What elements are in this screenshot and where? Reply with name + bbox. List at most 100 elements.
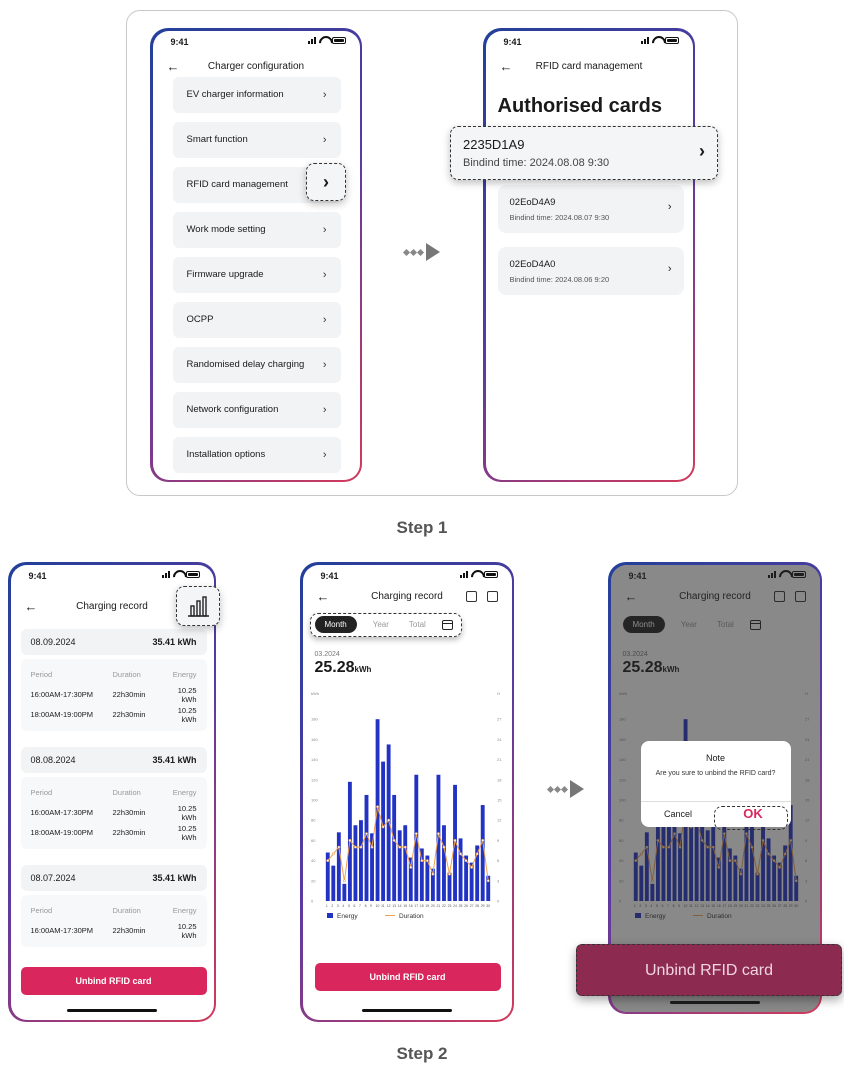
energy-chart: kWhH002034066098012100151201814021160241…	[311, 691, 502, 920]
highlighted-card[interactable]: 2235D1A9 Bindind time: 2024.08.08 9:30 ›	[450, 126, 718, 180]
energy-bar	[441, 824, 446, 901]
status-bar: 9:41	[153, 31, 360, 53]
status-time: 9:41	[320, 570, 339, 581]
rfid-chevron-highlight[interactable]: ›	[306, 163, 346, 201]
cancel-button[interactable]: Cancel	[641, 801, 716, 827]
energy-bar	[380, 761, 385, 901]
energy-bar	[447, 872, 451, 901]
config-item-work-mode[interactable]: Work mode setting ›	[172, 211, 341, 248]
back-arrow-icon[interactable]: ←	[25, 595, 38, 619]
cell-energy: 10.25 kWh	[177, 823, 197, 842]
devices-icon[interactable]	[465, 590, 477, 602]
config-item-label: RFID card management	[186, 178, 288, 190]
card-item[interactable]: 02EoD4A0 Bindind time: 2024.08.06 9:20 ›	[497, 246, 684, 295]
col-energy: Energy	[172, 670, 197, 679]
x-tick-label: 14	[397, 904, 401, 908]
back-arrow-icon[interactable]: ←	[500, 55, 513, 79]
config-item-ocpp[interactable]: OCPP ›	[172, 301, 341, 338]
phone-charging-record-list: 9:41 ← Charging record 08.09.2024 35.41 k…	[8, 562, 216, 1022]
card-item[interactable]: 02EoD4A9 Bindind time: 2024.08.07 9:30 ›	[497, 184, 684, 233]
record-day: 08.09.2024 35.41 kWh Period Duration Energy…	[20, 628, 207, 731]
config-item-label: Work mode setting	[186, 223, 266, 235]
right-tick-label: 24	[497, 736, 502, 741]
back-arrow-icon[interactable]: ←	[167, 55, 180, 79]
legend-energy-swatch	[326, 912, 333, 918]
chevron-right-icon: ›	[322, 223, 327, 236]
duration-point	[359, 845, 362, 849]
card-bind-time: Bindind time: 2024.08.08 9:30	[463, 157, 610, 169]
duration-point	[370, 845, 373, 849]
col-duration: Duration	[112, 906, 141, 915]
chevron-right-icon: ›	[699, 141, 705, 161]
left-tick-label: 80	[311, 817, 316, 822]
tabs-highlight	[310, 613, 462, 637]
wifi-icon	[319, 36, 329, 44]
table-row: 16:00AM-17:30PM 22h30min 10.25 kWh	[31, 803, 197, 823]
duration-point	[336, 845, 340, 849]
x-tick-label: 15	[403, 904, 407, 908]
status-bar: 9:41	[486, 31, 693, 53]
x-tick-label: 30	[486, 904, 490, 908]
left-tick-label: 100	[311, 797, 318, 802]
page-title: RFID card management	[535, 60, 643, 72]
duration-point	[425, 858, 429, 862]
record-total: 35.41 kWh	[152, 872, 197, 883]
card-id: 2235D1A9	[463, 137, 525, 152]
cell-energy: 10.25 kWh	[177, 685, 197, 704]
battery-icon	[664, 36, 679, 44]
record-total: 35.41 kWh	[152, 636, 197, 647]
signal-icon	[161, 570, 170, 578]
config-item-label: Firmware upgrade	[186, 268, 264, 280]
chart-view-button[interactable]	[176, 586, 220, 626]
card-bind-time: Bindind time: 2024.08.06 9:20	[509, 274, 610, 284]
duration-point	[408, 865, 412, 869]
duration-point	[464, 858, 468, 862]
duration-point	[480, 838, 484, 842]
duration-point	[419, 858, 423, 862]
right-tick-label: 9	[497, 837, 500, 842]
left-tick-label: 140	[311, 757, 318, 762]
chevron-right-icon: ›	[322, 268, 327, 281]
x-tick-label: 6	[353, 904, 355, 908]
cell-duration: 22h30min	[112, 808, 146, 817]
left-tick-label: 60	[311, 837, 316, 842]
unbind-rfid-button[interactable]: Unbind RFID card	[314, 962, 501, 991]
config-item-randomised-delay[interactable]: Randomised delay charging ›	[172, 346, 341, 383]
back-arrow-icon[interactable]: ←	[317, 585, 330, 609]
col-period: Period	[30, 670, 53, 679]
config-item-label: Randomised delay charging	[186, 358, 305, 370]
cell-energy: 10.25 kWh	[177, 803, 197, 822]
duration-point	[397, 845, 401, 849]
home-indicator	[67, 1008, 157, 1012]
config-item-smart-function[interactable]: Smart function ›	[172, 121, 341, 158]
left-tick-label: 40	[311, 858, 316, 863]
phone-rfid-management: 9:41 ← RFID card management Authorised c…	[483, 28, 695, 482]
config-item-ev-charger-info[interactable]: EV charger information ›	[172, 76, 341, 113]
record-date: 08.07.2024	[30, 872, 76, 883]
energy-bar	[352, 824, 357, 901]
unbind-rfid-button[interactable]: Unbind RFID card	[20, 966, 207, 995]
col-duration: Duration	[112, 670, 141, 679]
home-indicator	[362, 1008, 452, 1012]
page-title: Charging record	[371, 590, 443, 602]
x-tick-label: 26	[464, 904, 468, 908]
config-item-network-configuration[interactable]: Network configuration ›	[172, 391, 341, 428]
config-item-firmware-upgrade[interactable]: Firmware upgrade ›	[172, 256, 341, 293]
unbind-rfid-button-zoomed[interactable]: Unbind RFID card	[576, 944, 842, 996]
energy-bar	[364, 794, 368, 901]
col-energy: Energy	[172, 788, 197, 797]
duration-point	[364, 831, 368, 835]
chevron-right-icon: ›	[322, 448, 327, 461]
x-tick-label: 1	[325, 904, 327, 908]
card-id: 02EoD4A0	[509, 258, 556, 270]
dialog-title: Note	[705, 752, 725, 763]
list-view-icon[interactable]	[486, 590, 498, 602]
status-time: 9:41	[503, 36, 522, 47]
table-row: 16:00AM-17:30PM 22h30min 10.25 kWh	[31, 921, 197, 941]
energy-bar	[330, 865, 335, 901]
duration-point	[469, 865, 473, 869]
energy-bar	[458, 837, 463, 901]
status-bar: 9:41	[11, 565, 214, 587]
duration-point	[447, 872, 451, 875]
config-item-installation-options[interactable]: Installation options ›	[172, 436, 341, 473]
